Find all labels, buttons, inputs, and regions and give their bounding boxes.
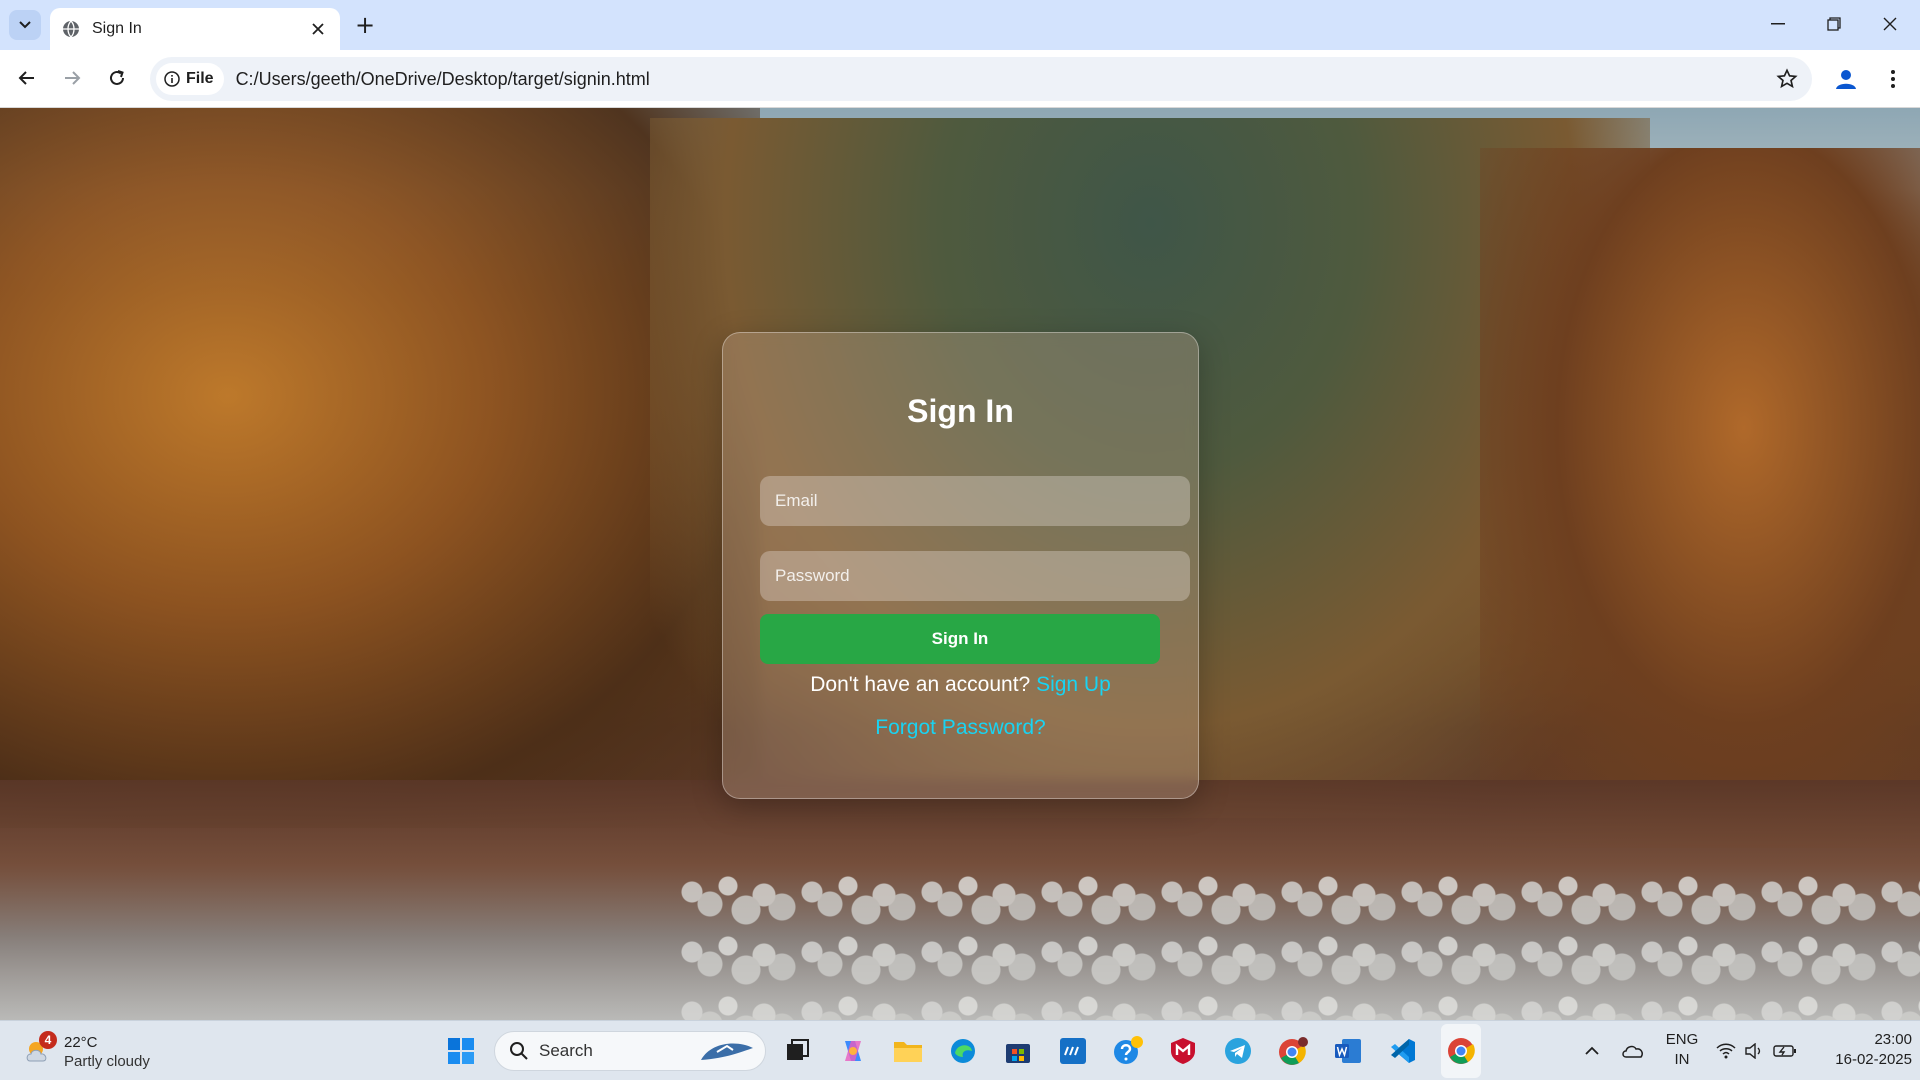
signin-button[interactable]: Sign In <box>760 614 1160 664</box>
chrome-button[interactable] <box>1443 1033 1479 1069</box>
temperature: 22°C <box>64 1034 98 1051</box>
copilot-icon <box>845 1041 861 1061</box>
background-stones <box>680 868 1920 1020</box>
weather-widget[interactable]: 4 22°C Partly cloudy <box>20 1029 170 1073</box>
input-language[interactable]: ENG IN <box>1664 1030 1700 1070</box>
page-viewport: Sign In Sign In Don't have an account? S… <box>0 108 1920 1020</box>
signup-prompt: Don't have an account? Sign Up <box>723 673 1198 697</box>
password-input[interactable] <box>760 551 1190 601</box>
vscode-button[interactable] <box>1385 1033 1421 1069</box>
chrome-icon <box>1279 1037 1308 1065</box>
vscode-icon <box>1391 1039 1415 1063</box>
star-icon[interactable] <box>1776 68 1798 90</box>
date: 16-02-2025 <box>1835 1051 1912 1068</box>
taskbar: 4 22°C Partly cloudy Search ENG IN 23:00… <box>0 1020 1920 1080</box>
word-button[interactable] <box>1330 1033 1366 1069</box>
active-tab[interactable]: Sign In <box>50 8 340 50</box>
help-icon <box>1114 1036 1143 1064</box>
chrome-profile-button[interactable] <box>1275 1033 1311 1069</box>
store-button[interactable] <box>1000 1033 1036 1069</box>
info-icon <box>164 71 180 87</box>
close-tab-button[interactable] <box>308 19 328 39</box>
restore-icon <box>1827 17 1841 31</box>
lang-bottom: IN <box>1674 1051 1690 1068</box>
copilot-button[interactable] <box>835 1033 871 1069</box>
weather-condition: Partly cloudy <box>64 1053 150 1070</box>
tab-title: Sign In <box>92 20 142 37</box>
tab-strip: Sign In + <box>0 0 1920 50</box>
back-icon <box>18 71 34 85</box>
signin-card: Sign In Sign In Don't have an account? S… <box>722 332 1199 799</box>
lang-top: ENG <box>1665 1031 1699 1048</box>
restore-button[interactable] <box>1806 0 1862 48</box>
windows-start-icon <box>448 1038 474 1064</box>
profile-icon <box>1836 70 1856 89</box>
tab-search-button[interactable] <box>9 10 41 40</box>
file-explorer-button[interactable] <box>890 1033 926 1069</box>
show-hidden-icons-button[interactable] <box>1574 1033 1610 1069</box>
chrome-icon <box>1448 1038 1475 1064</box>
weather-badge: 4 <box>39 1031 57 1049</box>
search-highlight-icon <box>701 1043 753 1060</box>
edge-icon <box>951 1039 975 1063</box>
volume-icon <box>1745 1043 1761 1059</box>
telegram-button[interactable] <box>1220 1033 1256 1069</box>
task-view-button[interactable] <box>779 1033 815 1069</box>
close-icon <box>312 23 324 35</box>
onedrive-button[interactable] <box>1615 1033 1651 1069</box>
mcafee-button[interactable] <box>1165 1033 1201 1069</box>
start-button[interactable] <box>443 1033 479 1069</box>
menu-button[interactable] <box>1878 63 1908 95</box>
new-tab-button[interactable]: + <box>352 11 378 39</box>
taskbar-search[interactable]: Search <box>494 1031 766 1071</box>
back-button[interactable] <box>10 61 44 95</box>
url-text[interactable]: C:/Users/geeth/OneDrive/Desktop/target/s… <box>236 69 650 90</box>
browser-toolbar: File C:/Users/geeth/OneDrive/Desktop/tar… <box>0 50 1920 108</box>
word-icon <box>1335 1039 1361 1063</box>
wifi-icon <box>1716 1043 1736 1059</box>
minimize-button[interactable] <box>1750 0 1806 48</box>
battery-button[interactable] <box>1767 1033 1803 1069</box>
battery-icon <box>1773 1045 1796 1057</box>
time: 23:00 <box>1874 1031 1912 1048</box>
profile-button[interactable] <box>1830 63 1862 95</box>
clock[interactable]: 23:00 16-02-2025 <box>1810 1030 1912 1070</box>
signin-title: Sign In <box>907 393 1014 429</box>
forward-button[interactable] <box>55 61 89 95</box>
edge-button[interactable] <box>945 1033 981 1069</box>
forward-icon <box>65 71 81 85</box>
reload-button[interactable] <box>100 61 134 95</box>
store-icon <box>1006 1044 1030 1063</box>
chevron-up-icon <box>1585 1046 1599 1055</box>
help-button[interactable] <box>1110 1033 1146 1069</box>
task-view-icon <box>787 1039 809 1060</box>
no-account-text: Don't have an account? <box>810 673 1031 696</box>
search-label: Search <box>539 1041 593 1060</box>
reload-icon <box>110 70 124 85</box>
background-autumn-trees-left <box>0 108 760 828</box>
background-autumn-trees-right <box>1480 148 1920 848</box>
forgot-password-link[interactable]: Forgot Password? <box>723 716 1198 740</box>
file-explorer-icon <box>894 1042 922 1062</box>
signup-link[interactable]: Sign Up <box>1036 673 1111 696</box>
chip-label: File <box>186 70 214 87</box>
close-window-button[interactable] <box>1862 0 1918 48</box>
onedrive-icon <box>1622 1045 1643 1058</box>
tab-search-icon <box>19 21 31 29</box>
mcafee-icon <box>1171 1038 1195 1064</box>
myhp-icon <box>1060 1038 1086 1064</box>
email-input[interactable] <box>760 476 1190 526</box>
close-icon <box>1883 17 1897 31</box>
kebab-menu-icon <box>1891 70 1895 88</box>
address-bar[interactable]: File C:/Users/geeth/OneDrive/Desktop/tar… <box>150 57 1812 101</box>
myhp-button[interactable] <box>1055 1033 1091 1069</box>
minimize-icon <box>1771 23 1785 25</box>
telegram-icon <box>1225 1038 1251 1064</box>
search-icon <box>510 1042 528 1060</box>
site-info-chip[interactable]: File <box>156 63 224 95</box>
globe-icon <box>63 20 79 38</box>
